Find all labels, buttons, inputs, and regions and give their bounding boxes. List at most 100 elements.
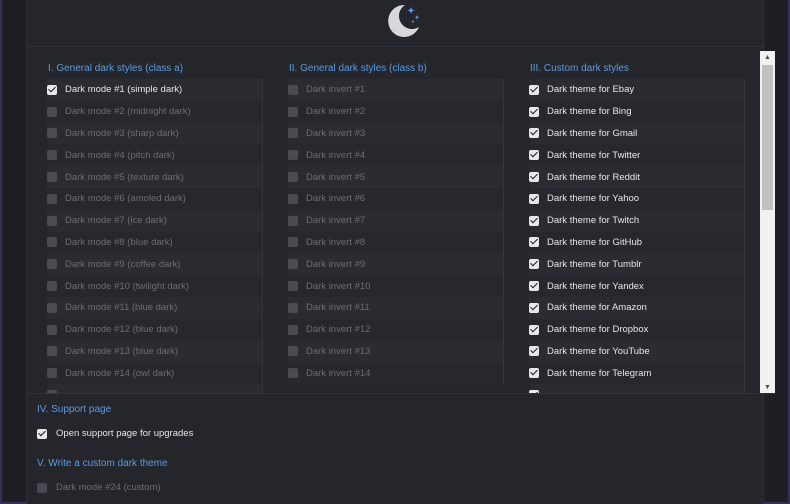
custom-option[interactable]: Dark mode #24 (custom) <box>37 482 168 493</box>
list-item[interactable]: Dark mode #14 (owl dark) <box>47 362 263 385</box>
style-checkbox[interactable] <box>288 193 298 204</box>
list-item[interactable]: Dark theme for Tumblr <box>529 253 745 276</box>
style-checkbox[interactable] <box>288 368 298 379</box>
style-checkbox[interactable] <box>288 237 298 248</box>
arrow-up-icon[interactable]: ▲ <box>760 51 775 64</box>
list-item[interactable]: Dark theme for Amazon <box>529 296 745 319</box>
list-item[interactable]: Dark mode #2 (midnight dark) <box>47 100 263 123</box>
list-item[interactable] <box>529 384 745 393</box>
style-checkbox[interactable] <box>47 150 57 161</box>
style-checkbox[interactable] <box>47 237 57 248</box>
list-item[interactable]: Dark theme for Reddit <box>529 166 745 188</box>
list-item[interactable]: Dark invert #4 <box>288 144 504 167</box>
style-checkbox[interactable] <box>529 150 539 161</box>
style-checkbox[interactable] <box>47 259 57 270</box>
list-item[interactable]: Dark mode #3 (sharp dark) <box>47 122 263 145</box>
style-checkbox[interactable] <box>529 106 539 117</box>
style-checkbox[interactable] <box>47 106 57 117</box>
list-item[interactable]: Dark theme for Twitch <box>529 209 745 232</box>
styles-listbox[interactable]: I. General dark styles (class a) Dark mo… <box>27 51 775 394</box>
style-label: Dark invert #10 <box>306 280 371 292</box>
style-checkbox[interactable] <box>529 281 539 292</box>
style-checkbox[interactable] <box>288 302 298 313</box>
style-checkbox[interactable] <box>529 346 539 357</box>
style-checkbox[interactable] <box>529 390 539 393</box>
list-item[interactable]: Dark mode #5 (texture dark) <box>47 166 263 188</box>
list-item[interactable]: Dark mode #9 (coffee dark) <box>47 253 263 276</box>
list-item[interactable]: Dark theme for Gmail <box>529 122 745 145</box>
list-item[interactable]: Dark theme for Yandex <box>529 275 745 297</box>
list-item[interactable]: Dark theme for Ebay <box>529 79 745 101</box>
list-item[interactable]: Dark mode #1 (simple dark) <box>47 79 263 101</box>
style-checkbox[interactable] <box>47 281 57 292</box>
arrow-down-icon[interactable]: ▼ <box>760 381 775 393</box>
style-checkbox[interactable] <box>529 84 539 95</box>
list-item[interactable]: Dark mode #11 (blue dark) <box>47 296 263 319</box>
style-checkbox[interactable] <box>529 237 539 248</box>
style-checkbox[interactable] <box>529 128 539 139</box>
style-checkbox[interactable] <box>529 215 539 226</box>
style-checkbox[interactable] <box>288 84 298 95</box>
style-checkbox[interactable] <box>288 150 298 161</box>
style-label: Dark theme for Telegram <box>547 367 652 379</box>
list-item[interactable]: Dark invert #2 <box>288 100 504 123</box>
list-item[interactable]: Dark invert #6 <box>288 187 504 210</box>
custom-checkbox[interactable] <box>37 482 47 493</box>
style-checkbox[interactable] <box>288 281 298 292</box>
list-item[interactable]: Dark mode #7 (ice dark) <box>47 209 263 232</box>
list-item[interactable]: Dark invert #3 <box>288 122 504 145</box>
support-checkbox[interactable] <box>37 428 47 439</box>
support-option[interactable]: Open support page for upgrades <box>37 428 193 439</box>
style-checkbox[interactable] <box>529 302 539 313</box>
list-item[interactable]: Dark invert #5 <box>288 166 504 188</box>
style-checkbox[interactable] <box>47 193 57 204</box>
list-item[interactable] <box>47 384 263 393</box>
list-item[interactable]: Dark invert #14 <box>288 362 504 385</box>
list-item[interactable]: Dark invert #12 <box>288 318 504 341</box>
style-checkbox[interactable] <box>47 172 57 183</box>
list-item[interactable]: Dark mode #4 (pitch dark) <box>47 144 263 167</box>
style-label: Dark invert #12 <box>306 324 371 336</box>
style-checkbox[interactable] <box>288 215 298 226</box>
list-item[interactable]: Dark theme for Twitter <box>529 144 745 167</box>
list-item[interactable]: Dark theme for YouTube <box>529 340 745 363</box>
list-item[interactable]: Dark mode #8 (blue dark) <box>47 231 263 254</box>
list-item[interactable]: Dark invert #1 <box>288 79 504 101</box>
vertical-scrollbar[interactable]: ▲ ▼ <box>760 51 775 393</box>
list-item[interactable]: Dark mode #13 (blue dark) <box>47 340 263 363</box>
list-item[interactable]: Dark invert #13 <box>288 340 504 363</box>
list-item[interactable]: Dark mode #6 (amoled dark) <box>47 187 263 210</box>
list-item[interactable]: Dark invert #9 <box>288 253 504 276</box>
list-item[interactable]: Dark invert #10 <box>288 275 504 297</box>
list-item[interactable]: Dark invert #8 <box>288 231 504 254</box>
scrollbar-thumb[interactable] <box>762 65 773 210</box>
style-checkbox[interactable] <box>288 259 298 270</box>
style-checkbox[interactable] <box>47 368 57 379</box>
style-checkbox[interactable] <box>288 128 298 139</box>
list-item[interactable]: Dark invert #7 <box>288 209 504 232</box>
list-item[interactable]: Dark mode #10 (twilight dark) <box>47 275 263 297</box>
style-checkbox[interactable] <box>47 346 57 357</box>
style-checkbox[interactable] <box>529 324 539 335</box>
list-item[interactable]: Dark mode #12 (blue dark) <box>47 318 263 341</box>
style-checkbox[interactable] <box>288 346 298 357</box>
style-checkbox[interactable] <box>47 84 57 95</box>
style-checkbox[interactable] <box>47 215 57 226</box>
style-checkbox[interactable] <box>47 128 57 139</box>
list-item[interactable]: Dark theme for Bing <box>529 100 745 123</box>
style-checkbox[interactable] <box>47 302 57 313</box>
list-item[interactable]: Dark theme for Yahoo <box>529 187 745 210</box>
list-item[interactable]: Dark theme for Dropbox <box>529 318 745 341</box>
style-checkbox[interactable] <box>288 106 298 117</box>
list-item[interactable]: Dark theme for GitHub <box>529 231 745 254</box>
style-checkbox[interactable] <box>288 172 298 183</box>
style-checkbox[interactable] <box>529 193 539 204</box>
style-checkbox[interactable] <box>47 324 57 335</box>
style-checkbox[interactable] <box>47 390 57 393</box>
style-checkbox[interactable] <box>288 324 298 335</box>
list-item[interactable]: Dark theme for Telegram <box>529 362 745 385</box>
list-item[interactable]: Dark invert #11 <box>288 296 504 319</box>
style-checkbox[interactable] <box>529 259 539 270</box>
style-checkbox[interactable] <box>529 368 539 379</box>
style-checkbox[interactable] <box>529 172 539 183</box>
